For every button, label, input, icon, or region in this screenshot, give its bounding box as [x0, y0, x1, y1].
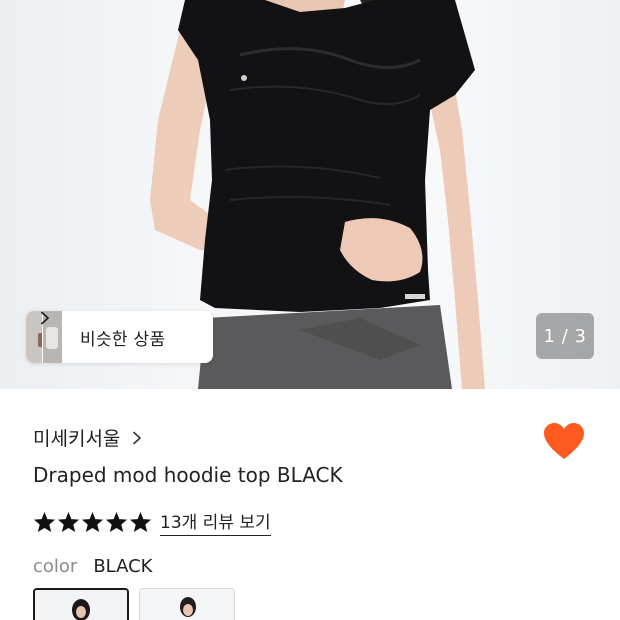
rating-stars — [33, 511, 152, 533]
swatch-thumbnail — [35, 590, 127, 620]
color-swatch-alt[interactable] — [139, 588, 235, 620]
star-filled-icon — [81, 511, 104, 533]
brand-name: 미세키서울 — [33, 428, 121, 450]
product-title: Draped mod hoodie top BLACK — [33, 463, 343, 487]
product-image-carousel[interactable]: 비슷한 상품 1 / 3 — [0, 0, 620, 389]
similar-products-label: 비슷한 상품 — [80, 329, 166, 350]
color-row: color BLACK — [33, 556, 153, 577]
wishlist-heart-icon[interactable] — [543, 422, 585, 462]
chevron-right-icon — [133, 431, 142, 444]
swatch-thumbnail — [140, 589, 234, 620]
brand-link[interactable]: 미세키서울 — [33, 424, 144, 451]
selected-color: BLACK — [93, 556, 153, 577]
star-filled-icon — [57, 511, 80, 533]
star-filled-icon — [129, 511, 152, 533]
rating-row: 13개 리뷰 보기 — [33, 508, 271, 536]
color-swatch-black[interactable] — [33, 588, 129, 620]
image-counter: 1 / 3 — [536, 313, 594, 359]
similar-products-button[interactable]: 비슷한 상품 — [26, 311, 213, 363]
reviews-link[interactable]: 13개 리뷰 보기 — [160, 508, 271, 536]
chevron-right-icon — [41, 311, 49, 325]
color-label: color — [33, 556, 78, 577]
star-filled-icon — [33, 511, 56, 533]
star-filled-icon — [105, 511, 128, 533]
